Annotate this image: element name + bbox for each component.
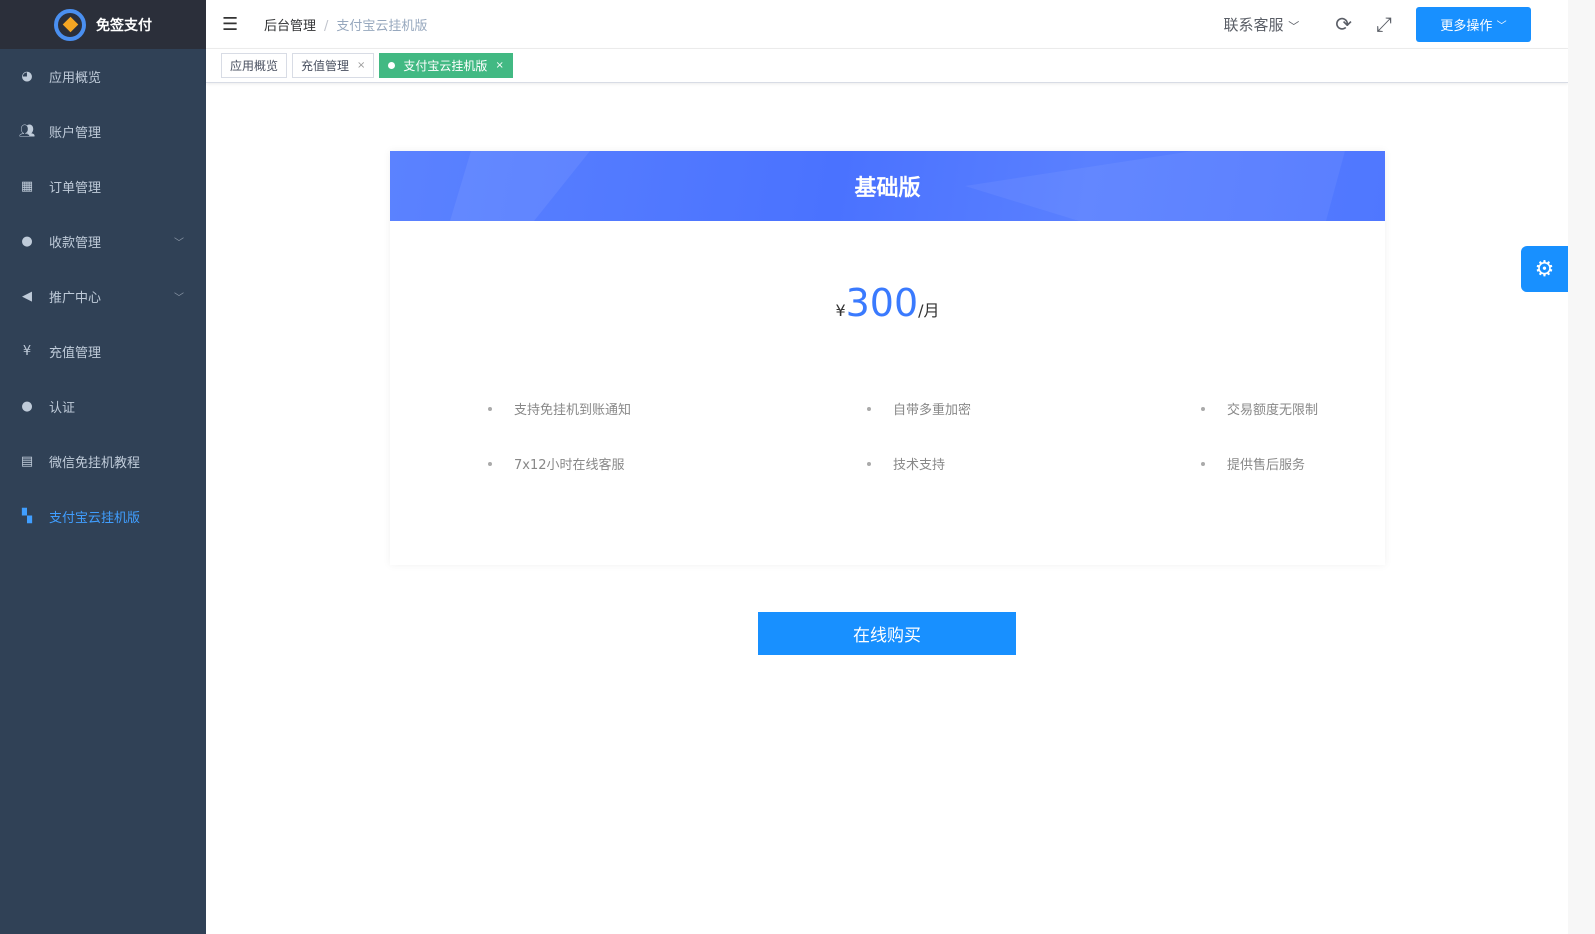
sidebar-item-label: 推广中心 xyxy=(49,291,102,306)
price-value: 300 xyxy=(845,281,919,325)
sidebar-item-label: 支付宝云挂机版 xyxy=(49,511,141,526)
sidebar-item-orders[interactable]: ▦ 订单管理 xyxy=(0,159,206,214)
feature-item: 交易额度无限制 xyxy=(1201,399,1318,418)
dashboard-icon: ◕ xyxy=(21,69,33,84)
tags-bar: 应用概览 充值管理 × 支付宝云挂机版 × xyxy=(206,49,1568,83)
plan-price: ¥300/月 xyxy=(390,281,1385,325)
grid-icon: ▚ xyxy=(22,509,32,524)
sidebar: 免签支付 ◕ 应用概览 👥︎ 账户管理 ▦ 订单管理 ● 收款管理 ﹀ ◀ 推广中心 ﹀ ¥ 充… xyxy=(0,0,206,934)
app-name: 免签支付 xyxy=(96,17,152,34)
close-icon[interactable]: × xyxy=(495,60,503,71)
plan-header: 基础版 xyxy=(390,151,1385,221)
breadcrumb-separator: / xyxy=(324,18,329,34)
sidebar-item-label: 收款管理 xyxy=(49,236,102,251)
yen-icon: ¥ xyxy=(22,344,32,359)
price-currency: ¥ xyxy=(835,301,846,320)
user-icon: ● xyxy=(21,399,33,414)
logo-icon xyxy=(54,8,86,41)
header: ☰ 后台管理 / 支付宝云挂机版 联系客服 ﹀ ⟳ ⤢ 更多操作 ﹀ xyxy=(206,0,1595,49)
buy-online-button[interactable]: 在线购买 xyxy=(758,612,1016,655)
sidebar-item-recharge[interactable]: ¥ 充值管理 xyxy=(0,324,206,379)
sidebar-item-label: 应用概览 xyxy=(49,71,102,86)
sidebar-item-wechat-tutorial[interactable]: ▤ 微信免挂机教程 xyxy=(0,434,206,489)
tag-recharge[interactable]: 充值管理 × xyxy=(292,53,375,78)
feature-item: 技术支持 xyxy=(867,454,945,473)
chevron-down-icon: ﹀ xyxy=(174,238,184,249)
breadcrumb: 后台管理 / 支付宝云挂机版 xyxy=(264,15,427,34)
users-icon: 👥︎ xyxy=(19,124,36,139)
more-actions-button[interactable]: 更多操作 ﹀ xyxy=(1416,6,1531,42)
sidebar-item-label: 账户管理 xyxy=(49,126,102,141)
contact-support-dropdown[interactable]: 联系客服 ﹀ xyxy=(1223,14,1299,35)
chevron-down-icon: ﹀ xyxy=(1496,20,1507,32)
feature-item: 提供售后服务 xyxy=(1201,454,1305,473)
sidebar-item-overview[interactable]: ◕ 应用概览 xyxy=(0,49,206,104)
chevron-down-icon: ﹀ xyxy=(1288,19,1300,33)
more-actions-label: 更多操作 xyxy=(1440,18,1493,34)
sidebar-item-label: 微信免挂机教程 xyxy=(49,456,141,471)
sidebar-item-promotion[interactable]: ◀ 推广中心 ﹀ xyxy=(0,269,206,324)
sidebar-item-alipay-cloud[interactable]: ▚ 支付宝云挂机版 xyxy=(0,489,206,544)
chevron-down-icon: ﹀ xyxy=(174,293,184,304)
tag-overview[interactable]: 应用概览 xyxy=(221,53,288,78)
sidebar-item-payments[interactable]: ● 收款管理 ﹀ xyxy=(0,214,206,269)
refresh-icon[interactable]: ⟳ xyxy=(1335,12,1352,36)
tag-alipay-cloud[interactable]: 支付宝云挂机版 × xyxy=(379,53,513,78)
active-dot-icon xyxy=(388,62,396,69)
feature-item: 自带多重加密 xyxy=(867,399,971,418)
sidebar-item-label: 充值管理 xyxy=(49,346,102,361)
document-icon: ▤ xyxy=(20,454,34,469)
tag-label: 支付宝云挂机版 xyxy=(403,59,488,73)
feature-item: 支持免挂机到账通知 xyxy=(488,399,631,418)
breadcrumb-current: 支付宝云挂机版 xyxy=(336,18,428,34)
tag-label: 充值管理 xyxy=(301,59,350,73)
logo[interactable]: 免签支付 xyxy=(0,0,206,49)
contact-label: 联系客服 xyxy=(1223,15,1284,34)
sidebar-item-verify[interactable]: ● 认证 xyxy=(0,379,206,434)
menu-toggle-icon[interactable]: ☰ xyxy=(222,14,242,35)
settings-button[interactable]: ⚙ xyxy=(1521,246,1568,292)
gear-icon: ⚙ xyxy=(1534,256,1555,282)
sidebar-item-label: 认证 xyxy=(49,401,76,416)
plan-title: 基础版 xyxy=(854,176,921,201)
price-unit: /月 xyxy=(918,301,940,320)
breadcrumb-item[interactable]: 后台管理 xyxy=(264,19,316,34)
feature-item: 7x12小时在线客服 xyxy=(488,454,625,473)
megaphone-icon: ◀ xyxy=(22,289,32,304)
fullscreen-icon[interactable]: ⤢ xyxy=(1376,12,1392,36)
close-icon[interactable]: × xyxy=(357,60,365,71)
plan-card: 基础版 ¥300/月 支持免挂机到账通知 自带多重加密 交易额度无限制 7x12… xyxy=(390,151,1385,565)
scrollbar[interactable] xyxy=(1568,0,1595,934)
table-icon: ▦ xyxy=(20,179,34,194)
tag-label: 应用概览 xyxy=(230,59,279,73)
wechat-icon: ● xyxy=(21,234,33,249)
sidebar-item-label: 订单管理 xyxy=(49,181,102,196)
sidebar-item-accounts[interactable]: 👥︎ 账户管理 xyxy=(0,104,206,159)
